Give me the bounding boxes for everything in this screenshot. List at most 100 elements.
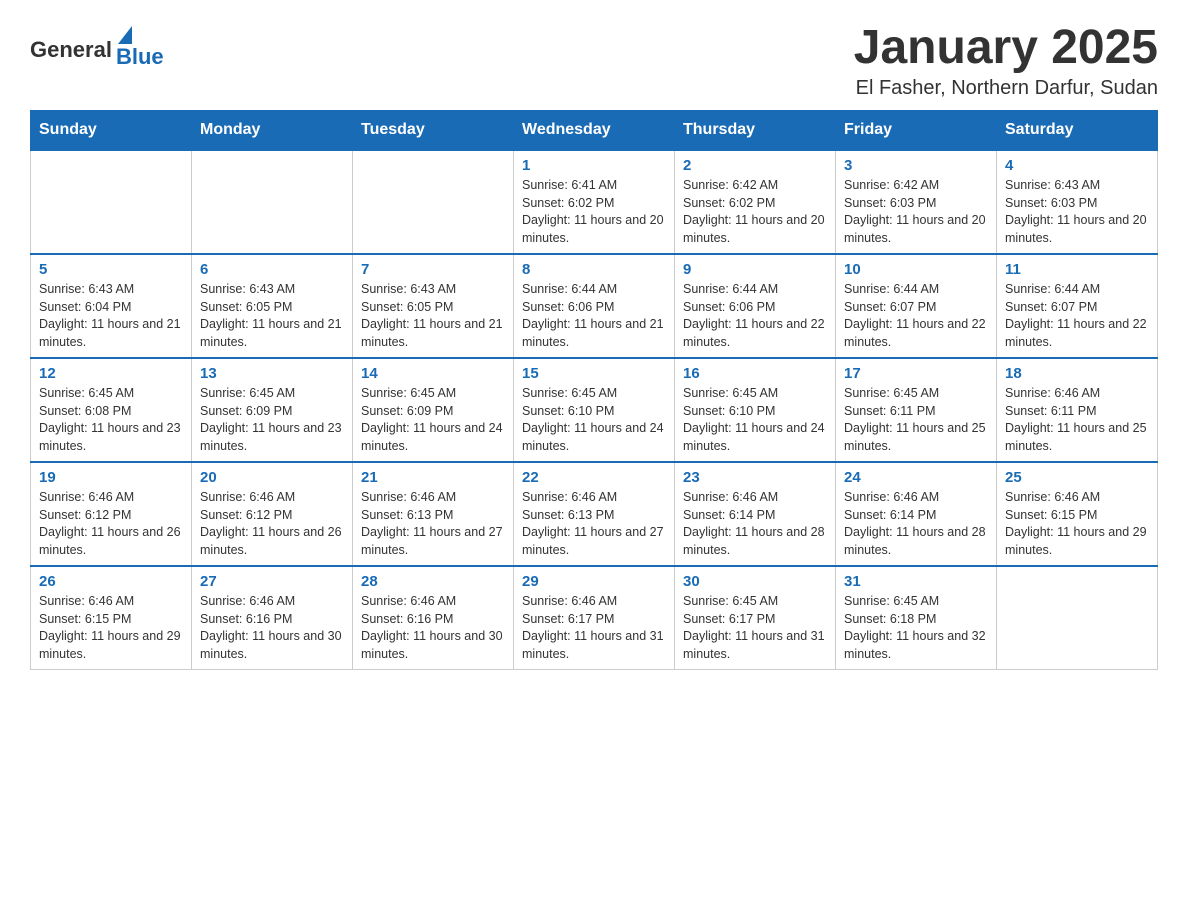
calendar-cell: 17 Sunrise: 6:45 AM Sunset: 6:11 PM Dayli… — [836, 358, 997, 462]
weekday-header-tuesday: Tuesday — [353, 111, 514, 151]
calendar-cell — [353, 150, 514, 254]
weekday-header-friday: Friday — [836, 111, 997, 151]
logo-triangle-icon — [118, 26, 132, 44]
day-number: 16 — [683, 365, 827, 382]
calendar-cell: 1 Sunrise: 6:41 AM Sunset: 6:02 PM Daylig… — [514, 150, 675, 254]
calendar-cell: 6 Sunrise: 6:43 AM Sunset: 6:05 PM Daylig… — [192, 254, 353, 358]
calendar-cell: 28 Sunrise: 6:46 AM Sunset: 6:16 PM Dayli… — [353, 566, 514, 670]
calendar-cell: 18 Sunrise: 6:46 AM Sunset: 6:11 PM Dayli… — [997, 358, 1158, 462]
day-info: Sunrise: 6:44 AM Sunset: 6:06 PM Dayligh… — [522, 281, 666, 351]
logo: General Blue — [30, 30, 164, 70]
calendar-cell: 29 Sunrise: 6:46 AM Sunset: 6:17 PM Dayli… — [514, 566, 675, 670]
day-info: Sunrise: 6:46 AM Sunset: 6:17 PM Dayligh… — [522, 593, 666, 663]
calendar-cell: 2 Sunrise: 6:42 AM Sunset: 6:02 PM Daylig… — [675, 150, 836, 254]
day-info: Sunrise: 6:46 AM Sunset: 6:15 PM Dayligh… — [39, 593, 183, 663]
day-number: 14 — [361, 365, 505, 382]
day-info: Sunrise: 6:46 AM Sunset: 6:11 PM Dayligh… — [1005, 385, 1149, 455]
calendar-cell: 10 Sunrise: 6:44 AM Sunset: 6:07 PM Dayli… — [836, 254, 997, 358]
calendar-cell: 30 Sunrise: 6:45 AM Sunset: 6:17 PM Dayli… — [675, 566, 836, 670]
day-info: Sunrise: 6:45 AM Sunset: 6:09 PM Dayligh… — [200, 385, 344, 455]
weekday-header-row: SundayMondayTuesdayWednesdayThursdayFrid… — [31, 111, 1158, 151]
day-info: Sunrise: 6:46 AM Sunset: 6:12 PM Dayligh… — [39, 489, 183, 559]
day-info: Sunrise: 6:43 AM Sunset: 6:04 PM Dayligh… — [39, 281, 183, 351]
day-number: 1 — [522, 157, 666, 174]
day-info: Sunrise: 6:46 AM Sunset: 6:16 PM Dayligh… — [200, 593, 344, 663]
day-number: 10 — [844, 261, 988, 278]
weekday-header-sunday: Sunday — [31, 111, 192, 151]
calendar-cell: 15Sunrise: 6:45 AM Sunset: 6:10 PM Dayli… — [514, 358, 675, 462]
calendar-cell: 26Sunrise: 6:46 AM Sunset: 6:15 PM Dayli… — [31, 566, 192, 670]
day-number: 3 — [844, 157, 988, 174]
calendar-cell: 9 Sunrise: 6:44 AM Sunset: 6:06 PM Daylig… — [675, 254, 836, 358]
day-info: Sunrise: 6:44 AM Sunset: 6:07 PM Dayligh… — [1005, 281, 1149, 351]
week-row-2: 5 Sunrise: 6:43 AM Sunset: 6:04 PM Daylig… — [31, 254, 1158, 358]
day-info: Sunrise: 6:42 AM Sunset: 6:02 PM Dayligh… — [683, 177, 827, 247]
day-info: Sunrise: 6:42 AM Sunset: 6:03 PM Dayligh… — [844, 177, 988, 247]
weekday-header-monday: Monday — [192, 111, 353, 151]
calendar-cell: 11 Sunrise: 6:44 AM Sunset: 6:07 PM Dayli… — [997, 254, 1158, 358]
day-info: Sunrise: 6:46 AM Sunset: 6:16 PM Dayligh… — [361, 593, 505, 663]
day-info: Sunrise: 6:44 AM Sunset: 6:06 PM Dayligh… — [683, 281, 827, 351]
logo-general-text: General — [30, 37, 112, 63]
day-number: 30 — [683, 573, 827, 590]
weekday-header-saturday: Saturday — [997, 111, 1158, 151]
weekday-header-wednesday: Wednesday — [514, 111, 675, 151]
day-info: Sunrise: 6:46 AM Sunset: 6:14 PM Dayligh… — [683, 489, 827, 559]
day-number: 11 — [1005, 261, 1149, 278]
day-number: 29 — [522, 573, 666, 590]
day-number: 8 — [522, 261, 666, 278]
day-info: Sunrise: 6:41 AM Sunset: 6:02 PM Dayligh… — [522, 177, 666, 247]
calendar-cell: 16 Sunrise: 6:45 AM Sunset: 6:10 PM Dayli… — [675, 358, 836, 462]
month-year-title: January 2025 — [854, 20, 1158, 75]
logo-blue-text: Blue — [116, 44, 164, 70]
day-number: 13 — [200, 365, 344, 382]
day-number: 28 — [361, 573, 505, 590]
day-number: 2 — [683, 157, 827, 174]
calendar-cell: 22Sunrise: 6:46 AM Sunset: 6:13 PM Dayli… — [514, 462, 675, 566]
day-number: 6 — [200, 261, 344, 278]
day-number: 20 — [200, 469, 344, 486]
day-info: Sunrise: 6:46 AM Sunset: 6:15 PM Dayligh… — [1005, 489, 1149, 559]
day-number: 18 — [1005, 365, 1149, 382]
day-info: Sunrise: 6:45 AM Sunset: 6:10 PM Dayligh… — [522, 385, 666, 455]
day-info: Sunrise: 6:45 AM Sunset: 6:09 PM Dayligh… — [361, 385, 505, 455]
calendar-cell: 5 Sunrise: 6:43 AM Sunset: 6:04 PM Daylig… — [31, 254, 192, 358]
day-info: Sunrise: 6:43 AM Sunset: 6:05 PM Dayligh… — [361, 281, 505, 351]
week-row-1: 1 Sunrise: 6:41 AM Sunset: 6:02 PM Daylig… — [31, 150, 1158, 254]
day-info: Sunrise: 6:45 AM Sunset: 6:08 PM Dayligh… — [39, 385, 183, 455]
day-number: 21 — [361, 469, 505, 486]
day-info: Sunrise: 6:45 AM Sunset: 6:11 PM Dayligh… — [844, 385, 988, 455]
day-number: 19 — [39, 469, 183, 486]
calendar-cell: 20 Sunrise: 6:46 AM Sunset: 6:12 PM Dayli… — [192, 462, 353, 566]
day-number: 12 — [39, 365, 183, 382]
calendar-cell: 7Sunrise: 6:43 AM Sunset: 6:05 PM Daylig… — [353, 254, 514, 358]
calendar-cell: 14 Sunrise: 6:45 AM Sunset: 6:09 PM Dayli… — [353, 358, 514, 462]
day-number: 24 — [844, 469, 988, 486]
day-info: Sunrise: 6:45 AM Sunset: 6:10 PM Dayligh… — [683, 385, 827, 455]
day-info: Sunrise: 6:46 AM Sunset: 6:13 PM Dayligh… — [361, 489, 505, 559]
day-number: 4 — [1005, 157, 1149, 174]
day-info: Sunrise: 6:45 AM Sunset: 6:17 PM Dayligh… — [683, 593, 827, 663]
day-info: Sunrise: 6:46 AM Sunset: 6:13 PM Dayligh… — [522, 489, 666, 559]
day-number: 27 — [200, 573, 344, 590]
day-number: 23 — [683, 469, 827, 486]
day-info: Sunrise: 6:46 AM Sunset: 6:12 PM Dayligh… — [200, 489, 344, 559]
day-number: 17 — [844, 365, 988, 382]
calendar-cell: 27 Sunrise: 6:46 AM Sunset: 6:16 PM Dayli… — [192, 566, 353, 670]
day-info: Sunrise: 6:43 AM Sunset: 6:05 PM Dayligh… — [200, 281, 344, 351]
weekday-header-thursday: Thursday — [675, 111, 836, 151]
calendar-cell: 25Sunrise: 6:46 AM Sunset: 6:15 PM Dayli… — [997, 462, 1158, 566]
calendar-cell: 23 Sunrise: 6:46 AM Sunset: 6:14 PM Dayli… — [675, 462, 836, 566]
calendar-cell: 31Sunrise: 6:45 AM Sunset: 6:18 PM Dayli… — [836, 566, 997, 670]
day-number: 9 — [683, 261, 827, 278]
week-row-5: 26Sunrise: 6:46 AM Sunset: 6:15 PM Dayli… — [31, 566, 1158, 670]
calendar-cell — [997, 566, 1158, 670]
week-row-3: 12 Sunrise: 6:45 AM Sunset: 6:08 PM Dayli… — [31, 358, 1158, 462]
day-info: Sunrise: 6:44 AM Sunset: 6:07 PM Dayligh… — [844, 281, 988, 351]
calendar-cell — [31, 150, 192, 254]
day-number: 5 — [39, 261, 183, 278]
day-info: Sunrise: 6:43 AM Sunset: 6:03 PM Dayligh… — [1005, 177, 1149, 247]
location-subtitle: El Fasher, Northern Darfur, Sudan — [854, 77, 1158, 100]
calendar-cell — [192, 150, 353, 254]
calendar-cell: 21 Sunrise: 6:46 AM Sunset: 6:13 PM Dayli… — [353, 462, 514, 566]
